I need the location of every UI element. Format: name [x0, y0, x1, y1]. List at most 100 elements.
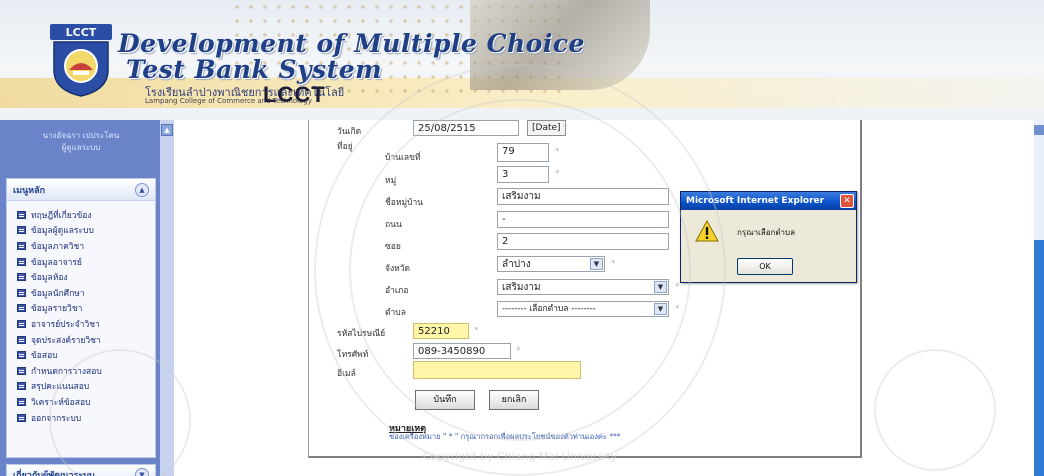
developer-panel-title: เกี่ยวกับผู้พัฒนาระบบ [13, 471, 95, 476]
subdistrict-select-value: -------- เลือกตำบล -------- [502, 304, 596, 314]
close-icon[interactable]: ✕ [840, 194, 854, 208]
current-user-role: ผู้ดูแลระบบ [61, 143, 101, 152]
address-label: ที่อยู่ [337, 142, 353, 152]
village-input[interactable]: เสริมงาม [497, 188, 669, 205]
system-title-line2: Test Bank System [126, 55, 383, 84]
save-button[interactable]: บันทึก [415, 390, 475, 410]
menu-item-icon [17, 210, 26, 219]
menu-item-objectives[interactable]: จุดประสงค์รายวิชา [17, 332, 155, 348]
phone-label: โทรศัพท์ [337, 350, 369, 360]
subdistrict-label: ตำบล [385, 308, 406, 318]
phone-input[interactable]: 089-3450890 [413, 343, 511, 359]
menu-item-icon [17, 319, 26, 328]
school-abbreviation: LCCT [263, 82, 326, 107]
menu-item-rooms[interactable]: ข้อมูลห้อง [17, 269, 155, 285]
province-select[interactable]: ลำปาง ▼ [497, 256, 605, 272]
date-picker-button[interactable]: [Date] [527, 120, 566, 136]
birthdate-label: วันเกิด [337, 127, 362, 137]
subdistrict-select[interactable]: -------- เลือกตำบล -------- ▼ [497, 301, 669, 317]
email-label: อีเมล์ [337, 369, 356, 379]
cancel-button[interactable]: ยกเลิก [489, 390, 539, 410]
menu-item-subjects[interactable]: ข้อมูลรายวิชา [17, 301, 155, 317]
moo-input[interactable]: 3 [497, 166, 549, 183]
collapse-chevron-icon[interactable]: ▲ [135, 182, 149, 197]
road-input[interactable]: - [497, 211, 669, 228]
system-title-line1: Development of Multiple Choice [118, 29, 585, 58]
alert-message: กรุณาเลือกตำบล [737, 228, 796, 237]
menu-item-score-summary[interactable]: สรุปคะแนนสอบ [17, 379, 155, 395]
right-scroll-arrow-icon[interactable] [1034, 125, 1044, 135]
required-mark: * [611, 259, 616, 269]
menu-item-icon [17, 226, 26, 235]
soi-label: ซอย [385, 242, 401, 252]
menu-item-logout[interactable]: ออกจากระบบ [17, 410, 155, 426]
alert-dialog-titlebar[interactable]: Microsoft Internet Explorer ✕ [681, 192, 856, 210]
main-menu-panel: เมนูหลัก ▲ ทฤษฎีที่เกี่ยวข้อง ข้อมูลผู้ด… [6, 178, 156, 458]
lcct-logo-icon: LCCT [50, 24, 112, 97]
right-scroll-strip [1034, 120, 1044, 476]
menu-item-icon [17, 273, 26, 282]
menu-item-label: วิเคราะห์ข้อสอบ [31, 397, 91, 408]
dropdown-arrow-icon[interactable]: ▼ [590, 258, 603, 270]
menu-item-exams[interactable]: ข้อสอบ [17, 347, 155, 363]
menu-item-students[interactable]: ข้อมูลนักศึกษา [17, 285, 155, 301]
ok-button[interactable]: OK [737, 258, 793, 275]
page-header: LCCT Development of Multiple Choice Test… [0, 0, 1044, 120]
menu-item-label: ข้อมูลอาจารย์ [31, 257, 82, 268]
main-menu-title: เมนูหลัก [13, 185, 46, 196]
menu-item-label: ข้อมูลนักศึกษา [31, 288, 85, 299]
dropdown-arrow-icon[interactable]: ▼ [654, 303, 667, 315]
required-mark: * [555, 169, 560, 179]
sidebar-scroll-up-arrow-icon[interactable]: ▲ [161, 124, 173, 136]
menu-item-exam-schedule[interactable]: กำหนดการวางสอบ [17, 363, 155, 379]
postcode-input[interactable]: 52210 [413, 323, 469, 339]
menu-item-label: ข้อมูลห้อง [31, 273, 68, 284]
sidebar-scroll-strip [160, 120, 174, 476]
menu-item-label: จุดประสงค์รายวิชา [31, 335, 101, 346]
alert-dialog: Microsoft Internet Explorer ✕ กรุณาเลือก… [680, 191, 857, 283]
birthdate-input[interactable]: 25/08/2515 [413, 120, 519, 136]
menu-item-icon [17, 335, 26, 344]
menu-item-teachers[interactable]: ข้อมูลอาจารย์ [17, 254, 155, 270]
province-label: จังหวัด [385, 264, 411, 274]
dropdown-arrow-icon[interactable]: ▼ [654, 281, 667, 293]
menu-item-icon [17, 288, 26, 297]
required-mark: * [675, 304, 680, 314]
menu-item-exam-analysis[interactable]: วิเคราะห์ข้อสอบ [17, 394, 155, 410]
required-mark: * [474, 326, 479, 336]
village-label: ชื่อหมู่บ้าน [385, 198, 424, 208]
note-text: ช่องเครื่องหมาย " * " กรุณากรอกเพื่อผลปร… [389, 432, 621, 441]
soi-input[interactable]: 2 [497, 233, 669, 250]
district-select[interactable]: เสริมงาม ▼ [497, 279, 669, 295]
house-no-label: บ้านเลขที่ [385, 153, 421, 163]
alert-dialog-title: Microsoft Internet Explorer [686, 196, 825, 206]
moo-label: หมู่ [385, 176, 397, 186]
road-label: ถนน [385, 220, 402, 230]
district-select-value: เสริมงาม [502, 282, 541, 293]
menu-item-icon [17, 413, 26, 422]
right-scrollbar-thumb[interactable] [1034, 240, 1044, 476]
logo-text: LCCT [66, 26, 97, 39]
menu-item-icon [17, 257, 26, 266]
menu-item-label: อาจารย์ประจำวิชา [31, 319, 100, 330]
left-sidebar: ▲ นางอัจฉรา เปประโคน ผู้ดูแลระบบ เมนูหลั… [0, 120, 174, 476]
developer-panel-header[interactable]: เกี่ยวกับผู้พัฒนาระบบ ▼ [6, 464, 156, 476]
menu-item-admins[interactable]: ข้อมูลผู้ดูแลระบบ [17, 223, 155, 239]
expand-chevron-icon[interactable]: ▼ [135, 468, 149, 476]
menu-item-label: ทฤษฎีที่เกี่ยวข้อง [31, 210, 92, 221]
current-user-name: นางอัจฉรา เปประโคน [42, 131, 120, 140]
menu-item-label: ข้อมูลรายวิชา [31, 304, 83, 315]
warning-icon [695, 220, 719, 242]
menu-item-icon [17, 397, 26, 406]
teacher-form-card: วันเกิด 25/08/2515 [Date] * ที่อยู่ บ้าน… [308, 120, 862, 458]
menu-item-theory[interactable]: ทฤษฎีที่เกี่ยวข้อง [17, 207, 155, 223]
house-no-input[interactable]: 79 [497, 143, 549, 162]
menu-item-label: ข้อมูลผู้ดูแลระบบ [31, 226, 94, 237]
district-label: อำเภอ [385, 286, 409, 296]
menu-item-icon [17, 366, 26, 375]
menu-item-departments[interactable]: ข้อมูลภาควิชา [17, 238, 155, 254]
main-menu-list: ทฤษฎีที่เกี่ยวข้อง ข้อมูลผู้ดูแลระบบ ข้อ… [7, 201, 155, 425]
email-input[interactable] [413, 361, 581, 379]
main-menu-header: เมนูหลัก ▲ [7, 179, 155, 201]
menu-item-subject-teachers[interactable]: อาจารย์ประจำวิชา [17, 316, 155, 332]
